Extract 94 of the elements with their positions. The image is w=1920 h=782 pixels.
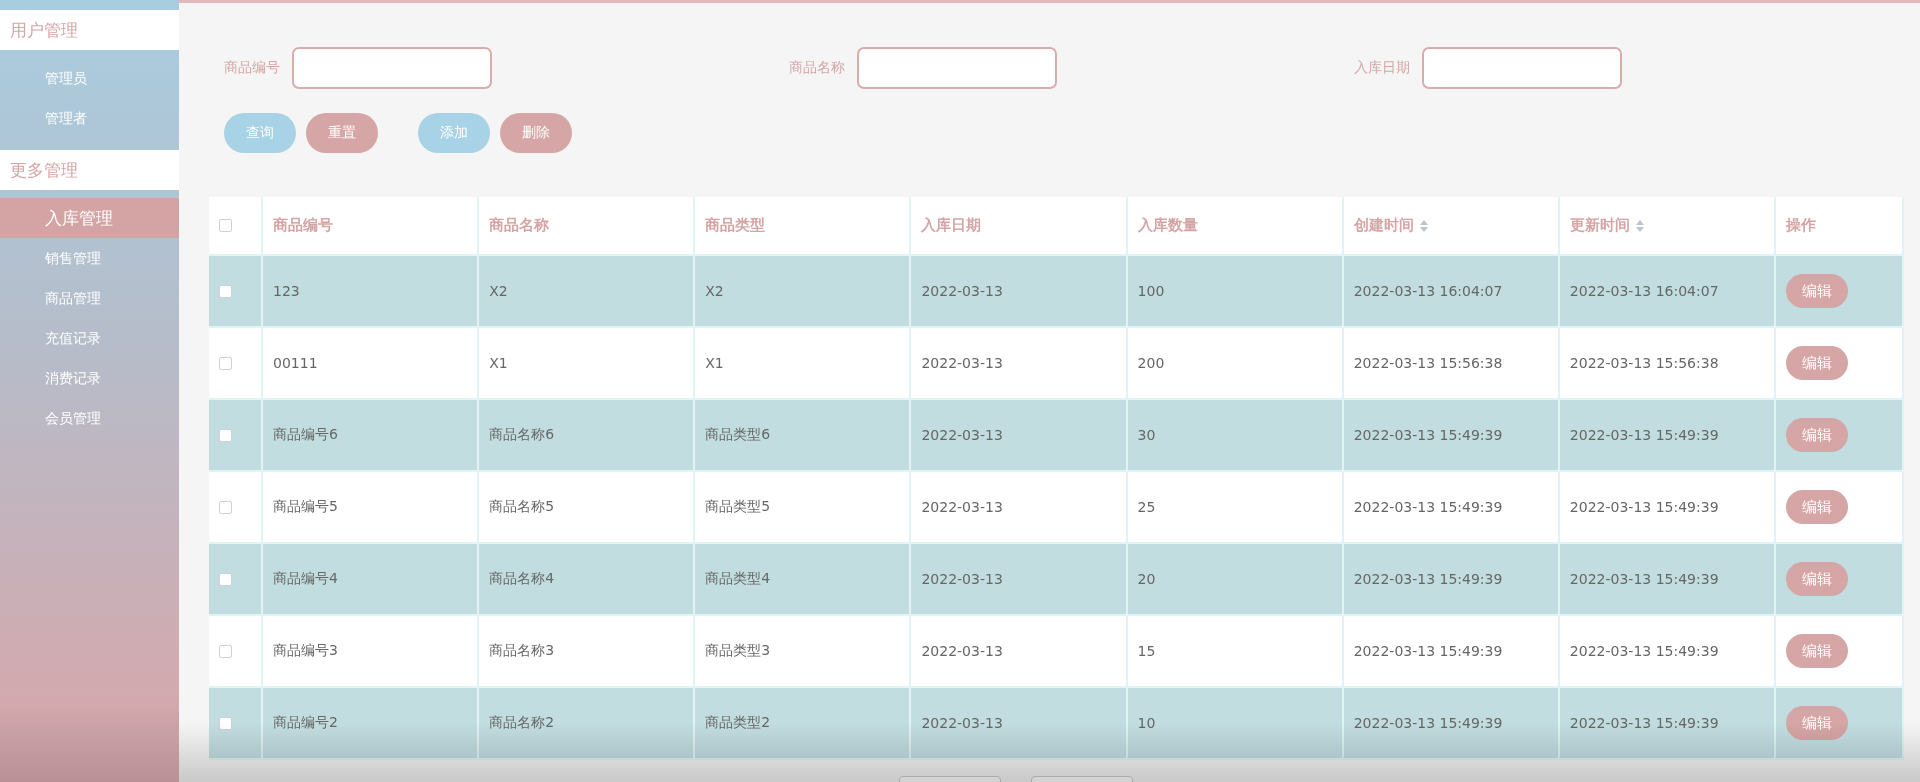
table-cell: 100 (1137, 283, 1165, 299)
table-cell: X2 (489, 283, 508, 299)
table-cell: 商品编号5 (273, 498, 338, 516)
sidebar-group-title[interactable]: 用户管理 (0, 10, 179, 50)
action-button[interactable]: 删除 (500, 113, 572, 153)
sort-icon[interactable] (1635, 219, 1644, 232)
row-checkbox[interactable] (219, 572, 232, 586)
sidebar-group-title[interactable]: 更多管理 (0, 150, 179, 190)
row-checkbox[interactable] (219, 284, 232, 298)
filter-input[interactable] (292, 47, 492, 89)
table-cell: 2022-03-13 (921, 715, 1003, 731)
column-header: 操作 (1786, 216, 1816, 235)
table-cell: 商品名称6 (489, 426, 555, 444)
sidebar-item[interactable]: 销售管理 (0, 238, 179, 278)
table-cell: 商品类型4 (705, 570, 771, 588)
table-cell: 商品类型2 (705, 714, 771, 732)
table-cell: 2022-03-13 15:49:39 (1353, 427, 1503, 443)
column-header: 更新时间 (1569, 216, 1630, 235)
table-cell: 15 (1137, 643, 1156, 659)
edit-button[interactable]: 编辑 (1786, 634, 1848, 668)
table-cell: 2022-03-13 (921, 499, 1003, 515)
table-cell: 2022-03-13 15:49:39 (1569, 499, 1719, 515)
row-checkbox[interactable] (219, 644, 232, 658)
table-cell: 10 (1137, 715, 1156, 731)
table-cell: 商品名称4 (489, 570, 555, 588)
table-cell: 商品名称5 (489, 498, 555, 516)
table-cell: X2 (705, 283, 724, 299)
table-cell: 商品编号6 (273, 426, 338, 444)
column-header: 商品名称 (489, 216, 550, 235)
row-checkbox[interactable] (219, 356, 232, 370)
action-button[interactable]: 重置 (306, 113, 378, 153)
table-cell: 商品类型3 (705, 642, 771, 660)
sidebar-item[interactable]: 商品管理 (0, 278, 179, 318)
table-cell: 2022-03-13 16:04:07 (1353, 283, 1503, 299)
table-cell: 25 (1137, 499, 1156, 515)
row-checkbox[interactable] (219, 716, 232, 730)
table-cell: 商品名称2 (489, 714, 555, 732)
table-cell: 2022-03-13 15:49:39 (1353, 571, 1503, 587)
table-cell: X1 (705, 355, 724, 371)
filter-label: 商品编号 (224, 59, 280, 77)
table-cell: 2022-03-13 15:49:39 (1569, 715, 1719, 731)
edit-button[interactable]: 编辑 (1786, 706, 1848, 740)
table-cell: 2022-03-13 15:49:39 (1353, 715, 1503, 731)
table-cell: 2022-03-13 (921, 427, 1003, 443)
sidebar-item[interactable]: 管理者 (0, 98, 179, 138)
table-cell: 商品编号3 (273, 642, 338, 660)
column-header: 创建时间 (1353, 216, 1414, 235)
select-all-checkbox[interactable] (219, 219, 232, 232)
table-cell: 商品编号2 (273, 714, 338, 732)
filter-input[interactable] (857, 47, 1057, 89)
filter-input[interactable] (1422, 47, 1622, 89)
table-cell: 2022-03-13 16:04:07 (1569, 283, 1719, 299)
sort-icon[interactable] (1419, 219, 1428, 232)
filter-label: 入库日期 (1354, 59, 1410, 77)
table-cell: 2022-03-13 15:49:39 (1569, 427, 1719, 443)
sidebar-item[interactable]: 充值记录 (0, 318, 179, 358)
column-header: 商品编号 (273, 216, 333, 235)
table-cell: 2022-03-13 (921, 355, 1003, 371)
row-checkbox[interactable] (219, 428, 232, 442)
table-cell: 30 (1137, 427, 1156, 443)
table-cell: 商品名称3 (489, 642, 555, 660)
table-cell: 200 (1137, 355, 1165, 371)
table-cell: 2022-03-13 15:56:38 (1353, 355, 1503, 371)
table-cell: 2022-03-13 15:49:39 (1569, 643, 1719, 659)
table-cell: 2022-03-13 (921, 643, 1003, 659)
row-checkbox[interactable] (219, 500, 232, 514)
table-cell: 2022-03-13 15:49:39 (1353, 643, 1503, 659)
edit-button[interactable]: 编辑 (1786, 562, 1848, 596)
edit-button[interactable]: 编辑 (1786, 418, 1848, 452)
table-cell: 2022-03-13 15:49:39 (1353, 499, 1503, 515)
filter-label: 商品名称 (789, 59, 845, 77)
table-cell: 2022-03-13 15:49:39 (1569, 571, 1719, 587)
sidebar-item[interactable]: 入库管理 (0, 198, 179, 238)
table-cell: 00111 (273, 355, 318, 371)
table-cell: X1 (489, 355, 508, 371)
column-header: 商品类型 (705, 216, 766, 235)
table-cell: 2022-03-13 (921, 571, 1003, 587)
column-header: 入库数量 (1137, 216, 1198, 235)
table-cell: 2022-03-13 15:56:38 (1569, 355, 1719, 371)
table-cell: 商品类型6 (705, 426, 771, 444)
sidebar-item[interactable]: 消费记录 (0, 358, 179, 398)
table-cell: 20 (1137, 571, 1156, 587)
table-cell: 2022-03-13 (921, 283, 1003, 299)
sidebar-item[interactable]: 会员管理 (0, 398, 179, 438)
action-button[interactable]: 查询 (224, 113, 296, 153)
table-cell: 商品类型5 (705, 498, 771, 516)
table-cell: 123 (273, 283, 300, 299)
edit-button[interactable]: 编辑 (1786, 274, 1848, 308)
table-cell: 商品编号4 (273, 570, 338, 588)
column-header: 入库日期 (921, 216, 982, 235)
action-button[interactable]: 添加 (418, 113, 490, 153)
edit-button[interactable]: 编辑 (1786, 346, 1848, 380)
sidebar-item[interactable]: 管理员 (0, 58, 179, 98)
edit-button[interactable]: 编辑 (1786, 490, 1848, 524)
